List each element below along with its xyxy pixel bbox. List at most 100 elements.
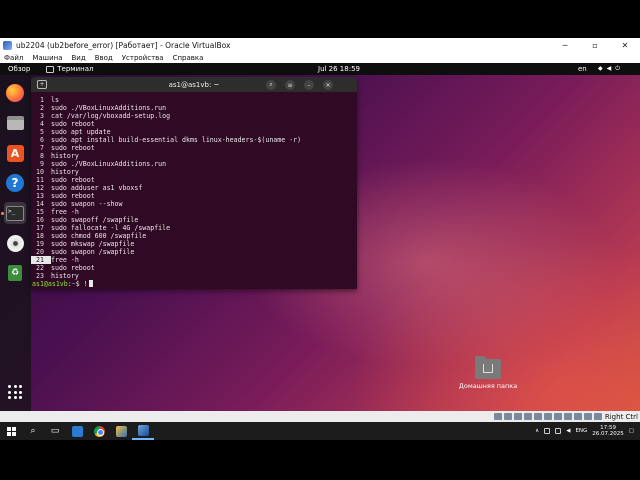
shared-folder-status-icon[interactable] (543, 413, 552, 420)
terminal-header[interactable]: + as1@as1vb: ~ ⌕ ≡ – ✕ (31, 77, 357, 92)
history-line: 6 sudo apt install build-essential dkms l… (31, 136, 357, 144)
maximize-button[interactable]: ▫ (580, 41, 610, 50)
history-command: sudo fallocate -l 4G /swapfile (51, 224, 171, 232)
dock-files[interactable] (4, 112, 26, 134)
app-grid-icon (8, 385, 22, 399)
menu-input[interactable]: Ввод (95, 54, 113, 62)
history-line: 9 sudo ./VBoxLinuxAdditions.run (31, 160, 357, 168)
windows-date: 26.07.2025 (592, 431, 624, 437)
history-command: sudo apt install build-essential dkms li… (51, 136, 302, 144)
power-icon: ⏻ (615, 65, 620, 72)
terminal-window[interactable]: + as1@as1vb: ~ ⌕ ≡ – ✕ 1 ls 2 sudo ./VBoxLi… (31, 77, 357, 289)
history-command: sudo chmod 600 /swapfile (51, 232, 147, 240)
history-command: history (51, 168, 79, 176)
guest-screen[interactable]: Обзор Терминал Jul 26 18:59 en ◆ ◀ ⏻ A ?… (0, 63, 640, 411)
dock-terminal[interactable]: >_ (4, 202, 26, 224)
history-number: 19 (36, 240, 44, 248)
cpu-status-icon[interactable] (573, 413, 582, 420)
history-number: 23 (36, 272, 44, 280)
shell-prompt[interactable]: as1@as1vb: ~ $ ! (31, 280, 357, 288)
windows-clock[interactable]: 17:59 26.07.2025 (592, 425, 624, 438)
taskbar-chrome[interactable] (88, 422, 110, 440)
history-line: 19 sudo mkswap /swapfile (31, 240, 357, 248)
keyboard-status-icon[interactable] (593, 413, 602, 420)
menu-file[interactable]: Файл (4, 54, 23, 62)
dock-firefox[interactable] (4, 82, 26, 104)
terminal-output[interactable]: 1 ls 2 sudo ./VBoxLinuxAdditions.run 3 cat /v… (31, 92, 357, 288)
close-icon[interactable]: ✕ (323, 80, 333, 90)
history-line: 1 ls (31, 96, 357, 104)
new-tab-icon[interactable]: + (37, 80, 47, 89)
prompt-input: ! (83, 280, 88, 288)
virtualbox-icon (3, 40, 12, 50)
network-status-icon[interactable] (523, 413, 532, 420)
usb-status-icon[interactable] (533, 413, 542, 420)
cd-status-icon[interactable] (503, 413, 512, 420)
taskbar-vscode[interactable] (66, 422, 88, 440)
history-line: 14 sudo swapon --show (31, 200, 357, 208)
history-number: 2 (40, 104, 44, 112)
history-number: 16 (36, 216, 44, 224)
minimize-icon[interactable]: – (304, 80, 314, 90)
firefox-icon (6, 84, 24, 102)
gnome-clock[interactable]: Jul 26 18:59 (318, 65, 360, 73)
minimize-button[interactable]: ─ (550, 41, 580, 50)
history-number: 11 (36, 176, 44, 184)
history-number: 17 (36, 224, 44, 232)
vbox-title-bar[interactable]: ub2204 (ub2before_error) [Работает] - Or… (0, 38, 640, 52)
history-command: sudo reboot (51, 192, 95, 200)
history-command: sudo mkswap /swapfile (51, 240, 135, 248)
search-button[interactable]: ⌕ (22, 422, 44, 440)
task-view-button[interactable]: ▭ (44, 422, 66, 440)
keyboard-layout[interactable]: en (578, 65, 587, 73)
close-button[interactable]: ✕ (610, 41, 640, 50)
menu-help[interactable]: Справка (173, 54, 204, 62)
tray-network-icon[interactable] (555, 428, 562, 434)
hdd-status-icon[interactable] (493, 413, 502, 420)
display-status-icon[interactable] (553, 413, 562, 420)
activities-button[interactable]: Обзор (8, 65, 30, 73)
tray-chevron-icon[interactable]: ∧ (535, 428, 539, 434)
dock-cd[interactable] (4, 232, 26, 254)
mouse-status-icon[interactable] (583, 413, 592, 420)
history-number: 12 (36, 184, 44, 192)
history-command: sudo swapon /swapfile (51, 248, 135, 256)
history-command: sudo reboot (51, 144, 95, 152)
dock-help[interactable]: ? (4, 172, 26, 194)
start-button[interactable] (0, 422, 22, 440)
hamburger-menu-icon[interactable]: ≡ (285, 80, 295, 90)
app-store-icon: A (6, 144, 24, 162)
volume-icon: ◀ (606, 65, 612, 72)
history-line: 5 sudo apt update (31, 128, 357, 136)
history-line: 4 sudo reboot (31, 120, 357, 128)
history-number: 3 (40, 112, 44, 120)
history-number: 15 (36, 208, 44, 216)
active-app-menu[interactable]: Терминал (46, 65, 93, 73)
dock-app-grid[interactable] (4, 381, 26, 403)
tray-app-icon[interactable] (544, 428, 551, 434)
desktop-home-folder[interactable]: Домашняя папка (458, 356, 518, 390)
notifications-icon[interactable]: ▢ (629, 428, 634, 434)
dock-trash[interactable]: ♻ (4, 262, 26, 284)
task-view-icon: ▭ (50, 426, 60, 436)
history-line: 11 sudo reboot (31, 176, 357, 184)
history-command: sudo reboot (51, 176, 95, 184)
history-line: 18 sudo chmod 600 /swapfile (31, 232, 357, 240)
history-command: ls (51, 96, 59, 104)
menu-devices[interactable]: Устройства (122, 54, 164, 62)
tray-lang[interactable]: ENG (575, 428, 587, 434)
taskbar-virtualbox-manager[interactable] (110, 422, 132, 440)
system-menu[interactable]: ◆ ◀ ⏻ (598, 65, 620, 73)
recording-status-icon[interactable] (563, 413, 572, 420)
network-icon: ◆ (598, 65, 603, 72)
dock-app-center[interactable]: A (4, 142, 26, 164)
taskbar-virtualbox-vm[interactable] (132, 422, 154, 440)
virtualbox-vm-icon (137, 424, 149, 436)
windows-taskbar: ⌕ ▭ ∧ ◀ ENG 17:59 26.07.2025 ▢ (0, 422, 640, 440)
audio-status-icon[interactable] (513, 413, 522, 420)
history-number: 1 (40, 96, 44, 104)
menu-machine[interactable]: Машина (32, 54, 62, 62)
tray-volume-icon[interactable]: ◀ (566, 428, 570, 434)
search-icon[interactable]: ⌕ (266, 80, 276, 90)
menu-view[interactable]: Вид (72, 54, 86, 62)
